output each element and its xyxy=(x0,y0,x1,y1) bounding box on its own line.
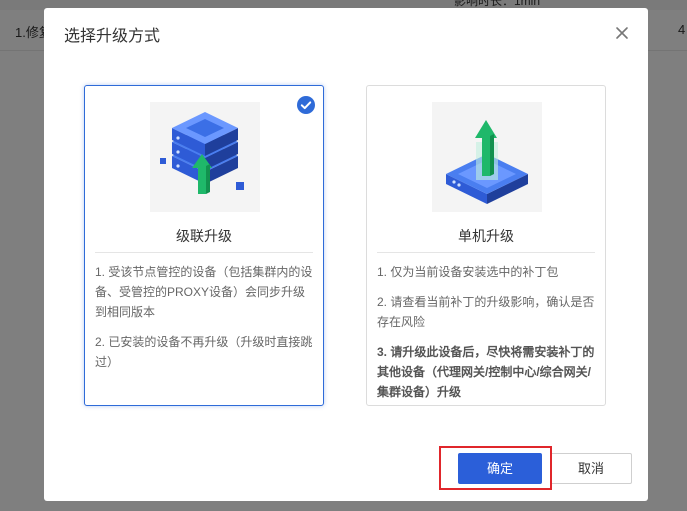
option-point: 1. 仅为当前设备安装选中的补丁包 xyxy=(377,265,559,279)
option-point: 2. 请查看当前补丁的升级影响，确认是否存在风险 xyxy=(377,295,595,329)
option-point-warning: 3. 请升级此设备后，尽快将需安装补丁的其他设备（代理网关/控制中心/综合网关/… xyxy=(377,345,595,399)
option-point: 2. 已安装的设备不再升级（升级时直接跳过） xyxy=(95,335,313,369)
close-button[interactable] xyxy=(611,22,633,44)
option-divider xyxy=(377,252,595,253)
close-icon xyxy=(616,27,628,39)
option-description: 1. 受该节点管控的设备（包括集群内的设备、受管控的PROXY设备）会同步升级到… xyxy=(95,262,313,382)
option-title: 单机升级 xyxy=(458,228,514,244)
option-cascade-upgrade[interactable]: 级联升级 1. 受该节点管控的设备（包括集群内的设备、受管控的PROXY设备）会… xyxy=(84,85,324,406)
option-single-upgrade[interactable]: 单机升级 1. 仅为当前设备安装选中的补丁包 2. 请查看当前补丁的升级影响，确… xyxy=(366,85,606,406)
option-title: 级联升级 xyxy=(176,228,232,244)
option-divider xyxy=(95,252,313,253)
single-device-upgrade-icon xyxy=(432,102,542,212)
selected-check-icon xyxy=(297,96,315,114)
highlight-annotation-box xyxy=(439,446,552,490)
dialog-title: 选择升级方式 xyxy=(64,28,161,45)
option-description: 1. 仅为当前设备安装选中的补丁包 2. 请查看当前补丁的升级影响，确认是否存在… xyxy=(377,262,595,412)
cascade-server-upgrade-icon xyxy=(150,102,260,212)
cancel-button[interactable]: 取消 xyxy=(550,453,632,484)
upgrade-method-dialog: 选择升级方式 级联升级 1. 受该节点管控的设备（包括集群内的设备、受管控的PR… xyxy=(44,8,648,501)
option-point: 1. 受该节点管控的设备（包括集群内的设备、受管控的PROXY设备）会同步升级到… xyxy=(95,265,313,319)
